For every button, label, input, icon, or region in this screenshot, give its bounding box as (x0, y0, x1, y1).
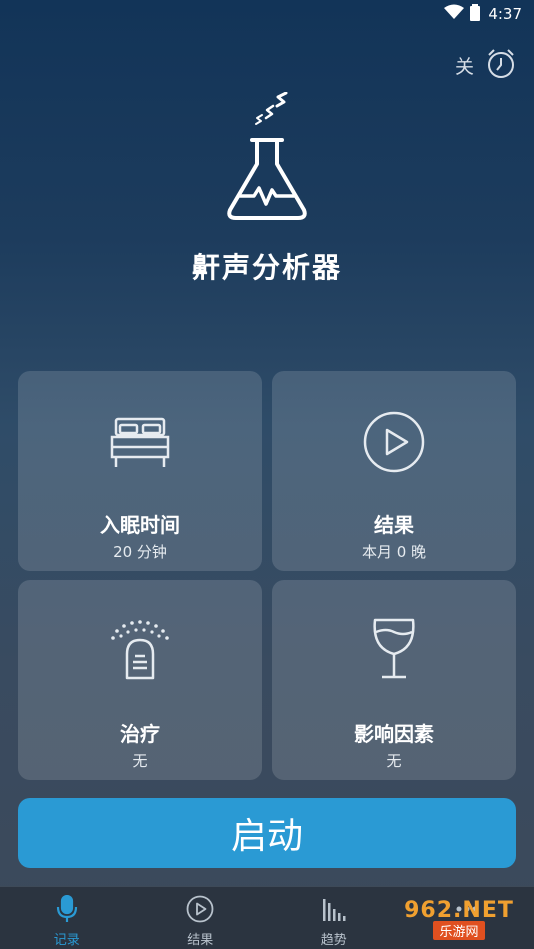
watermark-logo: 962.NET 乐游网 (392, 896, 526, 942)
bed-icon (18, 415, 262, 469)
tab-trends-label: 趋势 (320, 933, 347, 948)
start-button[interactable]: 启动 (18, 798, 516, 868)
card-treatment[interactable]: 治疗 无 (18, 580, 262, 780)
app-title: 鼾声分析器 (191, 251, 342, 284)
wine-glass-icon (272, 618, 516, 680)
bar-chart-icon (320, 895, 348, 927)
card-sub-treatment: 无 (132, 752, 148, 770)
card-sub-sleep-time: 20 分钟 (113, 543, 167, 561)
card-factors[interactable]: 影响因素 无 (272, 580, 516, 780)
app-logo (0, 91, 534, 231)
card-sub-factors: 无 (386, 752, 402, 770)
card-sub-results: 本月 0 晚 (361, 543, 427, 561)
alarm-state-label: 关 (454, 55, 474, 78)
tab-results-label: 结果 (187, 933, 214, 948)
flask-sleep-icon (212, 91, 322, 231)
status-time: 4:37 (488, 5, 522, 23)
play-circle-icon (272, 411, 516, 473)
device-icon (18, 618, 262, 682)
feature-grid: 入眠时间 20 分钟 结果 本月 0 晚 治疗 无 影响因素 无 (18, 371, 516, 780)
tab-results[interactable]: 结果 (134, 887, 268, 949)
battery-icon (470, 3, 481, 25)
card-sleep-time[interactable]: 入眠时间 20 分钟 (18, 371, 262, 571)
card-label-results: 结果 (374, 513, 414, 537)
card-label-factors: 影响因素 (354, 722, 434, 746)
wifi-icon (444, 4, 465, 24)
watermark-top-text: 962.NET (404, 898, 514, 923)
card-results[interactable]: 结果 本月 0 晚 (272, 371, 516, 571)
tab-trends[interactable]: 趋势 (267, 887, 401, 949)
microphone-icon (55, 894, 79, 927)
watermark-bottom-text: 乐游网 (433, 921, 485, 940)
alarm-toggle[interactable]: 关 (455, 46, 518, 84)
tab-record[interactable]: 记录 (0, 887, 134, 949)
tab-record-label: 记录 (53, 933, 80, 948)
play-circle-icon (186, 895, 214, 927)
card-label-treatment: 治疗 (120, 722, 160, 746)
card-label-sleep-time: 入眠时间 (100, 513, 180, 537)
alarm-clock-icon[interactable] (484, 46, 518, 84)
status-bar: 4:37 (0, 0, 534, 28)
